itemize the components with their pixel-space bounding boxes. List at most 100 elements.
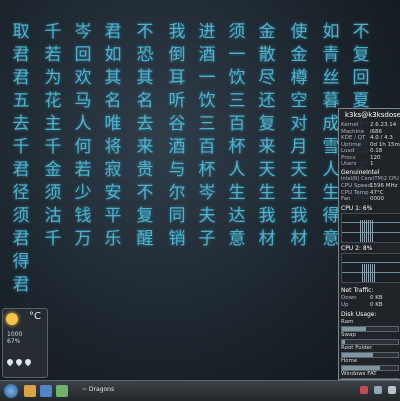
calligraphy-glyph: 君 xyxy=(12,68,30,88)
calligraphy-glyph: 复 xyxy=(352,45,370,65)
calligraphy-glyph: 生 xyxy=(258,183,276,203)
system-monitor-widget[interactable]: k3ks@k3ksdose Kernel 2.6.23.14 Machine i68… xyxy=(338,108,400,380)
calligraphy-glyph: 须 xyxy=(44,183,62,203)
calligraphy-glyph: 耳 xyxy=(168,68,186,88)
cpu2-label: CPU 2: 8% xyxy=(341,245,373,252)
calligraphy-column: 不恐其名去来贵不复醒 xyxy=(134,22,156,249)
calligraphy-glyph: 意 xyxy=(322,229,340,249)
tray-app-icon[interactable] xyxy=(360,386,368,394)
calligraphy-glyph: 醒 xyxy=(136,229,154,249)
disk-item: Windows FAT xyxy=(341,371,399,379)
calligraphy-glyph: 千 xyxy=(44,22,62,42)
weather-widget[interactable]: °C 1000 67% xyxy=(2,308,48,378)
browser-icon[interactable] xyxy=(40,385,52,397)
calligraphy-glyph: 对 xyxy=(290,114,308,134)
calligraphy-glyph: 不 xyxy=(352,22,370,42)
weather-forecast xyxy=(5,357,33,367)
calligraphy-glyph: 千 xyxy=(12,137,30,157)
calligraphy-glyph: 万 xyxy=(74,229,92,249)
calligraphy-glyph: 同 xyxy=(168,206,186,226)
calligraphy-glyph: 来 xyxy=(136,137,154,157)
calligraphy-glyph: 子 xyxy=(198,229,216,249)
net-traffic-label: Net Traffic: xyxy=(341,287,374,294)
calligraphy-glyph: 夫 xyxy=(198,206,216,226)
calligraphy-glyph: 复 xyxy=(136,206,154,226)
calligraphy-glyph: 钱 xyxy=(74,206,92,226)
disk-usage-bar xyxy=(342,340,345,344)
calligraphy-glyph: 其 xyxy=(104,68,122,88)
calligraphy-column: 须一饮三百杯人生达意 xyxy=(226,22,248,249)
calligraphy-glyph: 平 xyxy=(104,206,122,226)
calligraphy-column: 进酒一饮三百杯岑夫子 xyxy=(196,22,218,249)
volume-icon[interactable] xyxy=(374,386,382,394)
calligraphy-glyph: 君 xyxy=(12,229,30,249)
calligraphy-glyph: 主 xyxy=(44,114,62,134)
calligraphy-glyph: 我 xyxy=(258,206,276,226)
calligraphy-glyph: 花 xyxy=(44,91,62,111)
calligraphy-glyph: 酒 xyxy=(168,137,186,157)
disk-usage-bar xyxy=(342,353,373,357)
calligraphy-glyph: 意 xyxy=(228,229,246,249)
taskbar-task-label[interactable]: ~ Dragons xyxy=(82,386,114,393)
calligraphy-glyph: 天 xyxy=(290,160,308,180)
file-manager-icon[interactable] xyxy=(24,385,36,397)
calligraphy-glyph: 杯 xyxy=(228,137,246,157)
calligraphy-glyph: 饮 xyxy=(228,68,246,88)
weather-temperature: °C xyxy=(29,311,41,322)
calligraphy-glyph: 进 xyxy=(198,22,216,42)
calligraphy-glyph: 百 xyxy=(228,114,246,134)
calligraphy-glyph: 去 xyxy=(136,114,154,134)
sun-icon xyxy=(6,313,18,325)
calligraphy-glyph: 回 xyxy=(74,45,92,65)
calligraphy-glyph: 听 xyxy=(168,91,186,111)
calligraphy-glyph: 名 xyxy=(136,91,154,111)
calligraphy-glyph: 君 xyxy=(12,275,30,295)
network-icon[interactable] xyxy=(388,386,396,394)
calligraphy-glyph: 马 xyxy=(74,91,92,111)
calligraphy-glyph: 不 xyxy=(136,183,154,203)
system-tray xyxy=(360,386,396,394)
calligraphy-glyph: 金 xyxy=(290,45,308,65)
calligraphy-column: 千若为花主千金须沽千 xyxy=(42,22,64,249)
raindrop-icon xyxy=(23,357,33,367)
taskbar: ~ Dragons xyxy=(0,380,400,401)
calligraphy-glyph: 三 xyxy=(228,91,246,111)
disk-item: Swap xyxy=(341,332,399,345)
sysmon-row: Up 0 KB xyxy=(341,301,383,308)
calligraphy-glyph: 得 xyxy=(12,252,30,272)
calligraphy-column: 取君君五去千君径须君得君 xyxy=(10,22,32,295)
calligraphy-glyph: 君 xyxy=(104,22,122,42)
calligraphy-glyph: 千 xyxy=(44,137,62,157)
calligraphy-glyph: 回 xyxy=(352,68,370,88)
calligraphy-glyph: 青 xyxy=(322,45,340,65)
cpu2-graph xyxy=(341,253,400,283)
calligraphy-glyph: 百 xyxy=(198,137,216,157)
calligraphy-glyph: 成 xyxy=(322,114,340,134)
sysmon-row: Fan 0000 xyxy=(341,196,384,202)
sysmon-row: Users 1 xyxy=(341,161,374,167)
disk-usage-header: Disk Usage: xyxy=(341,311,377,318)
calligraphy-glyph: 与 xyxy=(168,160,186,180)
calligraphy-glyph: 君 xyxy=(12,160,30,180)
calligraphy-glyph: 达 xyxy=(228,206,246,226)
cpu1-graph xyxy=(341,213,400,243)
net-rows: Down 0 KB Up 0 KB xyxy=(341,295,383,308)
calligraphy-glyph: 樽 xyxy=(290,68,308,88)
calligraphy-glyph: 恐 xyxy=(136,45,154,65)
calligraphy-glyph: 谷 xyxy=(168,114,186,134)
calligraphy-glyph: 使 xyxy=(290,22,308,42)
terminal-icon[interactable] xyxy=(56,385,68,397)
calligraphy-glyph: 千 xyxy=(44,229,62,249)
calligraphy-glyph: 径 xyxy=(12,183,30,203)
start-menu-button[interactable] xyxy=(4,384,18,398)
calligraphy-glyph: 名 xyxy=(104,91,122,111)
disk-usage-bar xyxy=(342,327,366,331)
cpu-info-rows: CPU Speed 1596 MHz CPU Temp 47°C Fan 0000 xyxy=(341,183,398,203)
calligraphy-glyph: 尽 xyxy=(258,68,276,88)
raindrop-icon xyxy=(5,357,15,367)
calligraphy-glyph: 复 xyxy=(258,114,276,134)
calligraphy-glyph: 如 xyxy=(104,45,122,65)
calligraphy-glyph: 将 xyxy=(104,137,122,157)
calligraphy-glyph: 其 xyxy=(136,68,154,88)
calligraphy-glyph: 雪 xyxy=(322,137,340,157)
